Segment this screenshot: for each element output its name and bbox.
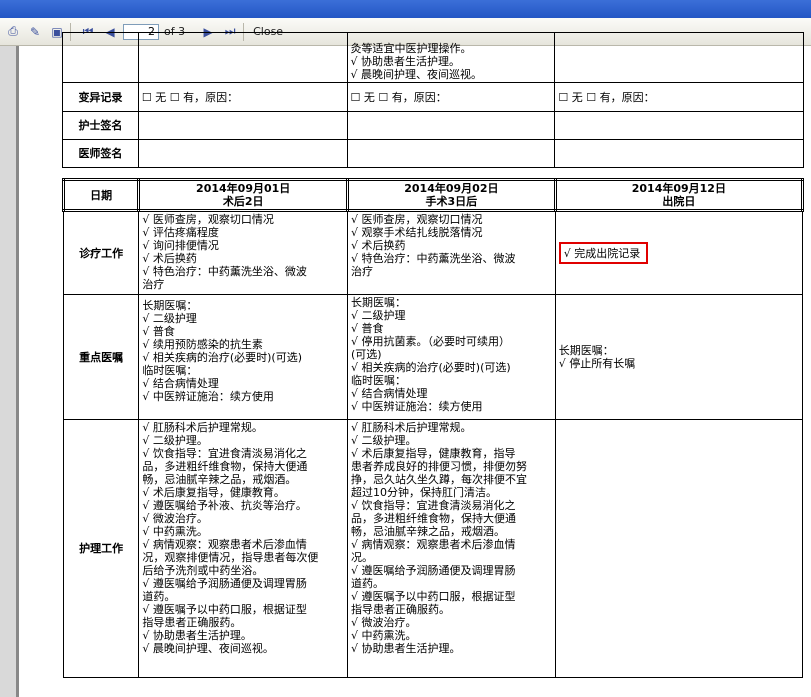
orders-cell: 长期医嘱： √ 二级护理 √ 普食 √ 停用抗菌素。（必要时可续用） (可选) … (347, 294, 556, 420)
nursing-cell (554, 419, 804, 678)
doctor-signature-label: 医师签名 (62, 139, 139, 168)
previous-section-table: 灸等适宜中医护理操作。 √ 协助患者生活护理。 √ 晨晚间护理、夜间巡视。 变异… (62, 32, 804, 168)
column-header: 2014年09月02日 手术3日后 (346, 178, 557, 212)
clinical-pathway-table: 日期 2014年09月01日 术后2日 2014年09月02日 手术3日后 20… (61, 178, 805, 678)
nursing-cell: √ 肛肠科术后护理常规。 √ 二级护理。 √ 饮食指导：宜进食清淡易消化之 品，… (138, 419, 349, 678)
diagnosis-work-label: 诊疗工作 (62, 210, 140, 295)
column-header: 2014年09月01日 术后2日 (137, 178, 350, 212)
nurse-signature-label: 护士签名 (62, 111, 139, 140)
date-label: 日期 (61, 178, 141, 212)
nursing-cell: √ 肛肠科术后护理常规。 √ 二级护理。 √ 术后康复指导，健康教育，指导 患者… (347, 419, 556, 678)
orders-cell: 长期医嘱： √ 二级护理 √ 普食 √ 续用预防感染的抗生素 √ 相关疾病的治疗… (138, 294, 349, 420)
variance-label: 变异记录 (62, 82, 139, 112)
page-edge (16, 46, 19, 697)
diagnosis-cell: √ 完成出院记录 (554, 210, 804, 295)
nurse-signature-field[interactable] (137, 111, 348, 140)
window-title-bar (0, 0, 811, 18)
print-icon[interactable]: ⎙ (4, 23, 22, 41)
discharge-record-highlight: √ 完成出院记录 (558, 242, 649, 264)
nurse-signature-field[interactable] (346, 111, 556, 140)
nurse-signature-field[interactable] (554, 111, 804, 140)
variance-checkbox-col1[interactable]: ☐ 无 ☐ 有，原因： (137, 82, 348, 112)
doctor-signature-field[interactable] (346, 139, 556, 168)
orders-cell: 长期医嘱： √ 停止所有长嘱 (554, 294, 804, 420)
nursing-work-label: 护理工作 (62, 419, 140, 678)
diagnosis-cell: √ 医师查房，观察切口情况 √ 观察手术结扎线脱落情况 √ 术后换药 √ 特色治… (347, 210, 556, 295)
doctor-signature-field[interactable] (554, 139, 804, 168)
edit-icon[interactable]: ✎ (26, 23, 44, 41)
column-header: 2014年09月12日 出院日 (553, 178, 805, 212)
doctor-signature-field[interactable] (137, 139, 348, 168)
diagnosis-cell: √ 医师查房，观察切口情况 √ 评估疼痛程度 √ 询问排便情况 √ 术后换药 √… (138, 210, 349, 295)
viewer-margin (0, 46, 16, 697)
variance-checkbox-col2[interactable]: ☐ 无 ☐ 有，原因： (346, 82, 556, 112)
variance-checkbox-col3[interactable]: ☐ 无 ☐ 有，原因： (554, 82, 804, 112)
key-orders-label: 重点医嘱 (62, 294, 140, 420)
continued-cell: 灸等适宜中医护理操作。 √ 协助患者生活护理。 √ 晨晚间护理、夜间巡视。 (346, 32, 556, 83)
